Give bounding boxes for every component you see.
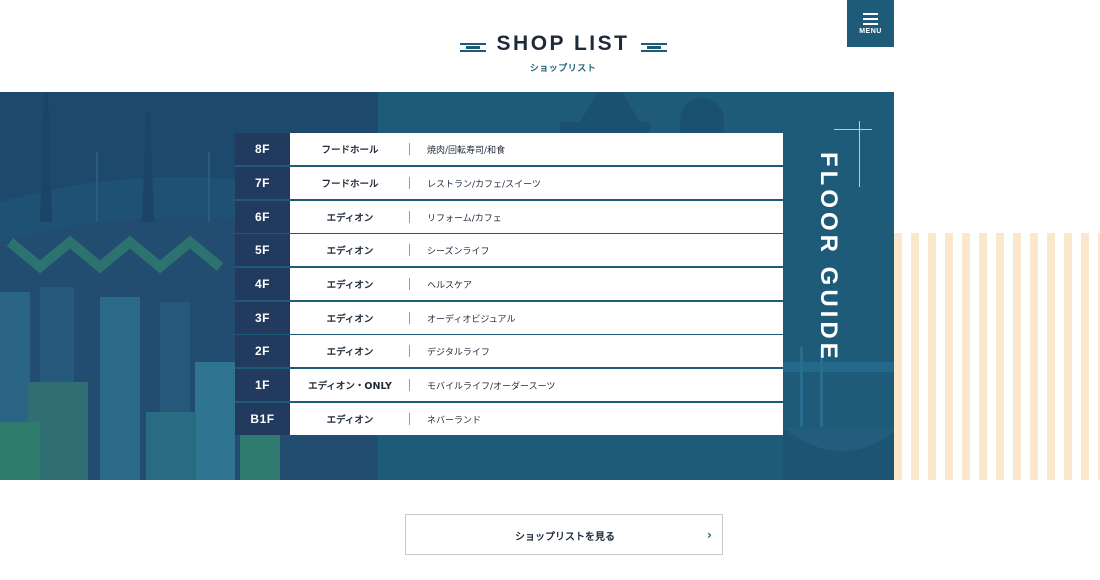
accent-line-horizontal [834,129,872,130]
divider [409,143,410,155]
floor-number: 5F [235,234,290,266]
floor-row-4f[interactable]: 4F エディオン ヘルスケア [235,268,783,300]
floor-category: モバイルライフ/オーダースーツ [427,381,556,392]
floor-row-3f[interactable]: 3F エディオン オーディオビジュアル [235,302,783,334]
floor-row-5f[interactable]: 5F エディオン シーズンライフ [235,234,783,266]
floor-row-7f[interactable]: 7F フードホール レストラン/カフェ/スイーツ [235,167,783,199]
floor-table: 8F フードホール 焼肉/回転寿司/和食 7F フードホール レストラン/カフェ… [235,133,783,435]
divider [409,345,410,357]
floor-number: 7F [235,167,290,199]
menu-label: MENU [859,28,882,35]
stripe-decoration [894,233,1100,480]
section-title-block: SHOP LIST ショップリスト [458,30,668,76]
floor-category: 焼肉/回転寿司/和食 [427,145,506,156]
floor-category: ヘルスケア [427,280,473,291]
floor-store: エディオン [326,213,374,224]
floor-store: エディオン [326,415,374,426]
floor-category: オーディオビジュアル [427,314,516,325]
floor-row-8f[interactable]: 8F フードホール 焼肉/回転寿司/和食 [235,133,783,165]
divider [409,278,410,290]
floor-row-2f[interactable]: 2F エディオン デジタルライフ [235,335,783,367]
floor-guide-heading: FLOOR GUIDE [815,152,842,363]
floor-category: レストラン/カフェ/スイーツ [427,179,541,190]
chevron-right-icon: › [707,528,712,542]
floor-category: リフォーム/カフェ [427,213,502,224]
shop-list-button[interactable]: ショップリストを見る › [405,514,723,555]
floor-number: 8F [235,133,290,165]
floor-number: 4F [235,268,290,300]
title-ornament-right-icon [641,41,667,53]
page-header: SHOP LIST ショップリスト MENU [0,0,1100,92]
floor-store: フードホール [321,145,379,156]
accent-line-vertical [859,121,860,187]
floor-number: 6F [235,201,290,233]
floor-row-1f[interactable]: 1F エディオン・ONLY モバイルライフ/オーダースーツ [235,369,783,401]
floor-store: フードホール [321,179,379,190]
divider [409,413,410,425]
floor-number: 1F [235,369,290,401]
divider [409,244,410,256]
floor-store: エディオン [326,314,374,325]
floor-row-b1f[interactable]: B1F エディオン ネバーランド [235,403,783,435]
shop-list-button-label: ショップリストを見る [515,532,615,543]
divider [409,379,410,391]
floor-row-6f[interactable]: 6F エディオン リフォーム/カフェ [235,201,783,233]
menu-button[interactable]: MENU [847,0,894,47]
floor-category: ネバーランド [427,415,482,426]
divider [409,177,410,189]
page-title: SHOP LIST [496,32,630,55]
page-subtitle: ショップリスト [529,64,597,74]
floor-store: エディオン・ONLY [308,381,392,392]
divider [409,211,410,223]
floor-category: シーズンライフ [427,246,490,257]
floor-number: 3F [235,302,290,334]
floor-number: 2F [235,335,290,367]
floor-store: エディオン [326,280,374,291]
floor-store: エディオン [326,347,374,358]
divider [409,312,410,324]
floor-number: B1F [235,403,290,435]
hamburger-icon [863,13,878,25]
floor-store: エディオン [326,246,374,257]
floor-category: デジタルライフ [427,347,490,358]
